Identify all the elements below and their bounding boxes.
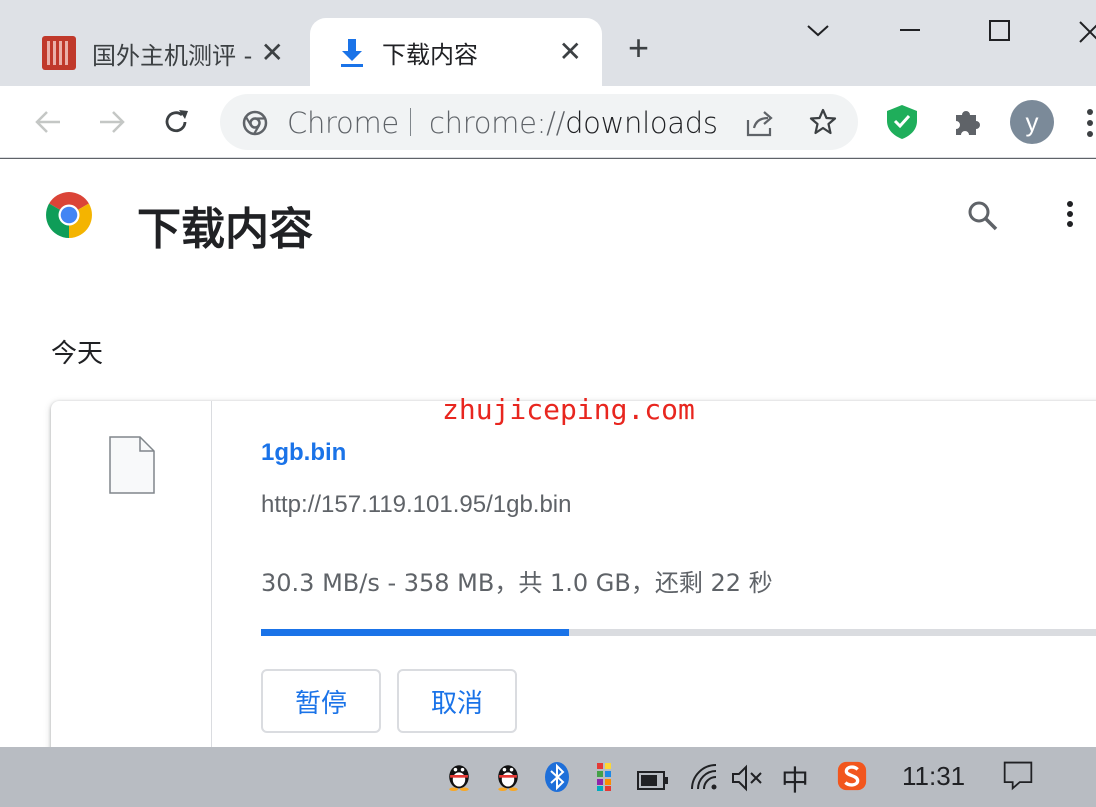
volume-muted-icon[interactable] [730,762,764,794]
tab-review-site[interactable]: 国外主机测评 - ✕ [26,20,304,86]
qq-penguin-icon[interactable] [493,759,523,791]
watermark-text: zhujiceping.com [442,393,695,426]
search-icon[interactable] [966,199,1000,233]
minimize-icon[interactable] [898,20,922,40]
action-center-icon[interactable] [1000,759,1036,791]
file-name-link[interactable]: 1gb.bin [261,439,346,467]
reload-button[interactable] [158,104,194,140]
cancel-button[interactable]: 取消 [397,669,517,733]
tab-title: 国外主机测评 - [92,41,253,70]
tab-title: 下载内容 [382,40,478,69]
file-source-url[interactable]: http://157.119.101.95/1gb.bin [261,491,572,519]
tab-close-icon[interactable]: ✕ [261,39,284,67]
reload-icon [165,110,188,133]
pause-button[interactable]: 暂停 [261,669,381,733]
sogou-input-icon[interactable] [836,760,868,792]
forward-arrow-icon [100,111,125,133]
bluetooth-icon[interactable] [544,761,570,793]
profile-avatar[interactable]: y [1010,100,1054,144]
file-icon [109,436,155,494]
download-progress-bar [261,629,1096,636]
page-title: 下载内容 [137,204,313,255]
browser-toolbar: Chrome chrome://downloads y [0,86,1096,158]
omnibox[interactable]: Chrome chrome://downloads [220,94,858,150]
date-heading: 今天 [51,339,104,369]
forward-button[interactable] [94,104,130,140]
tab-search-chevron-down-icon[interactable] [804,20,832,40]
maximize-icon[interactable] [988,19,1012,43]
omnibox-origin-label: Chrome [287,106,399,140]
color-grid-app-icon[interactable] [596,761,612,793]
tab-downloads[interactable]: 下载内容 ✕ [310,18,602,86]
back-arrow-icon [35,111,60,133]
taskbar-clock[interactable]: 11:31 [902,761,965,792]
wifi-icon[interactable] [688,761,720,793]
chrome-page-icon [242,110,268,136]
downloads-page: 下载内容 今天 1gb.bin http://157.119.101.95/1g… [0,159,1096,757]
browser-menu-icon[interactable] [1084,108,1094,138]
omnibox-url[interactable]: chrome://downloads [429,106,718,140]
download-progress-fill [261,629,569,636]
bookmark-star-icon[interactable] [808,107,838,137]
qq-penguin-icon[interactable] [444,759,474,791]
back-button[interactable] [30,104,66,140]
shield-extension-icon[interactable] [884,103,920,141]
input-method-indicator[interactable]: 中 [781,759,809,799]
url-path: downloads [565,106,718,140]
site-favicon-icon [42,36,76,70]
window-close-icon[interactable] [1076,18,1096,44]
more-options-icon[interactable] [1062,199,1078,233]
omnibox-separator [410,108,411,136]
share-icon[interactable] [744,108,776,138]
download-item-card: 1gb.bin http://157.119.101.95/1gb.bin 30… [51,401,1096,757]
chrome-logo-icon [46,192,92,238]
new-tab-button[interactable]: + [628,30,649,66]
extensions-puzzle-icon[interactable] [950,105,984,139]
download-icon [341,39,363,67]
url-scheme: chrome:// [429,106,566,140]
tab-close-icon[interactable]: ✕ [559,38,582,66]
battery-icon[interactable] [636,765,670,797]
card-divider [211,401,212,757]
windows-taskbar: 中 11:31 [0,747,1096,807]
tab-strip: 国外主机测评 - ✕ 下载内容 ✕ + [0,0,1096,86]
download-status: 30.3 MB/s - 358 MB，共 1.0 GB，还剩 22 秒 [261,569,773,597]
